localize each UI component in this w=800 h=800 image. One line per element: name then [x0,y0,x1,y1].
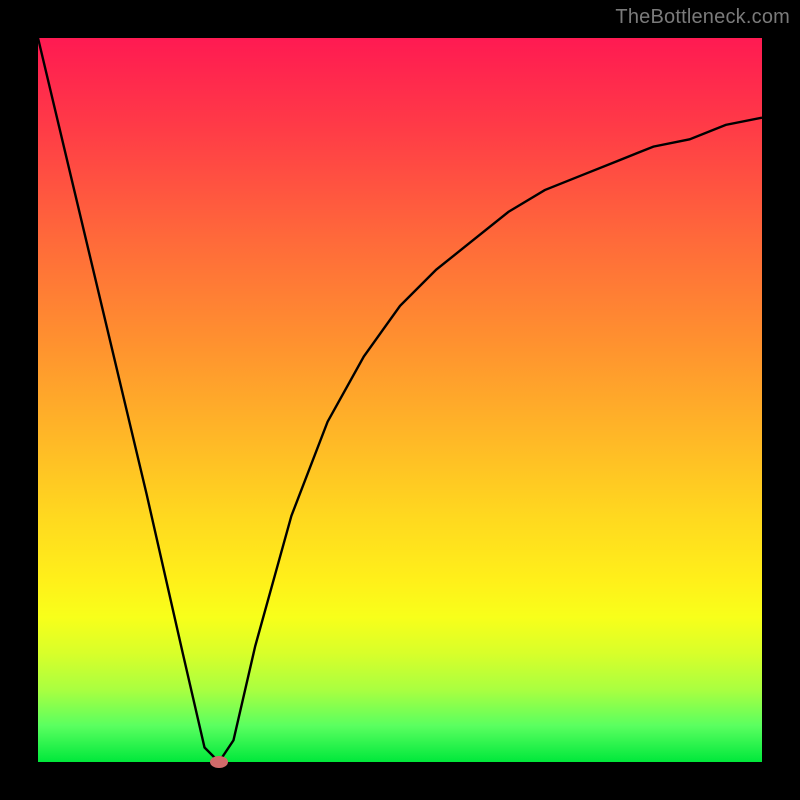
bottleneck-curve [38,38,762,762]
chart-frame: TheBottleneck.com [0,0,800,800]
optimal-point-marker [210,756,228,768]
watermark-text: TheBottleneck.com [615,6,790,29]
plot-area [38,38,762,762]
